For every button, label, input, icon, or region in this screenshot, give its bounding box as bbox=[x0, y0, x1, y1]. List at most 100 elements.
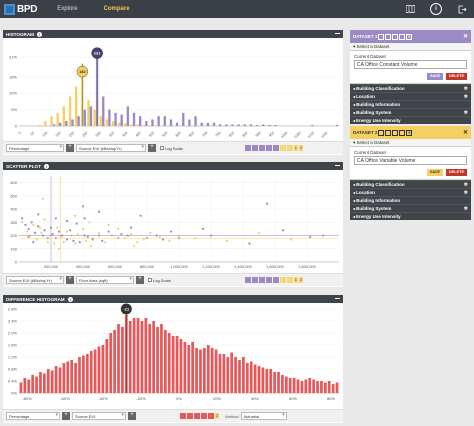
category-building-classification[interactable]: Building Classification✲ bbox=[350, 180, 471, 188]
x-tick-label: -40% bbox=[98, 396, 108, 401]
add-metric-button[interactable]: + bbox=[66, 144, 74, 152]
method-select[interactable]: Actuarial bbox=[240, 412, 287, 420]
legend-swatch[interactable] bbox=[187, 413, 193, 419]
info-icon[interactable]: i bbox=[67, 296, 73, 302]
histogram-controls: Percentage + Source EUI (kBtu/sq/Yr) + L… bbox=[3, 141, 343, 154]
scatter-point bbox=[158, 235, 161, 238]
category-energy-use-intensity[interactable]: Energy Use Intensity bbox=[350, 212, 471, 220]
difference-bar bbox=[152, 321, 155, 393]
dataset1-box[interactable] bbox=[385, 33, 392, 40]
legend-swatch[interactable] bbox=[244, 145, 251, 151]
category-building-information[interactable]: Building Information bbox=[350, 100, 471, 108]
dataset1-box[interactable] bbox=[378, 33, 385, 40]
scatter-y-select[interactable]: Source EUI (kBtu/sq/Yr) bbox=[6, 276, 64, 284]
nav-explore[interactable]: Explore bbox=[57, 6, 77, 12]
scatter-point bbox=[309, 235, 312, 238]
legend-swatch[interactable] bbox=[244, 277, 251, 283]
difference-metric-select[interactable]: Percentage bbox=[6, 412, 60, 420]
legend-swatch[interactable] bbox=[272, 145, 279, 151]
legend-swatch[interactable] bbox=[251, 145, 258, 151]
category-building-classification[interactable]: Building Classification✲ bbox=[350, 84, 471, 92]
info-icon[interactable]: i bbox=[37, 31, 42, 37]
histogram-bar bbox=[38, 125, 41, 126]
dataset2-box[interactable] bbox=[399, 129, 406, 136]
legend-swatch[interactable] bbox=[194, 413, 200, 419]
legend-swatch[interactable] bbox=[279, 145, 286, 151]
map-icon[interactable] bbox=[404, 3, 416, 15]
dataset1-box[interactable] bbox=[399, 33, 406, 40]
category-energy-use-intensity[interactable]: Energy Use Intensity bbox=[350, 116, 471, 124]
legend-swatch[interactable] bbox=[180, 413, 186, 419]
legend-swatch[interactable] bbox=[286, 277, 293, 283]
save-button[interactable]: SAVE bbox=[426, 73, 444, 80]
category-location[interactable]: Location✲ bbox=[350, 188, 471, 196]
histogram-bar bbox=[71, 119, 74, 126]
delete-button[interactable]: DELETE bbox=[446, 169, 467, 176]
dataset2-box[interactable] bbox=[392, 129, 399, 136]
category-location[interactable]: Location✲ bbox=[350, 92, 471, 100]
dataset2-select[interactable]: ▾ Select a Dataset bbox=[350, 139, 471, 147]
logout-icon[interactable] bbox=[456, 3, 468, 15]
difference-bar bbox=[327, 381, 331, 393]
scatter-point bbox=[62, 241, 65, 244]
legend-swatch[interactable] bbox=[272, 277, 279, 283]
difference-field-select[interactable]: Source EUI bbox=[72, 412, 126, 420]
legend-swatch[interactable] bbox=[265, 277, 272, 283]
legend-swatch[interactable] bbox=[208, 413, 214, 419]
scatter-point bbox=[32, 223, 35, 227]
legend-swatch[interactable] bbox=[251, 277, 258, 283]
histogram-metric-select[interactable]: Percentage bbox=[6, 144, 64, 152]
histogram-chart[interactable]: 0 5% 10% 15% 21% 0 50 100 150 200 250 300 350 400 450 5… bbox=[3, 38, 343, 141]
dataset1-box[interactable] bbox=[392, 33, 399, 40]
legend-swatch[interactable] bbox=[265, 145, 272, 151]
legend-swatch[interactable] bbox=[279, 277, 286, 283]
x-tick-label: 500 bbox=[148, 131, 155, 138]
add-metric-button[interactable]: + bbox=[62, 412, 70, 420]
histogram-field-select[interactable]: Source EUI (kBtu/sq/Yr) bbox=[76, 144, 146, 152]
legend-swatch[interactable] bbox=[201, 413, 207, 419]
add-field-button[interactable]: + bbox=[148, 144, 156, 152]
close-icon[interactable]: ✕ bbox=[463, 129, 468, 136]
scatter-header: SCATTER PLOT i bbox=[3, 162, 343, 170]
minimize-icon[interactable] bbox=[335, 298, 340, 299]
y-tick-label: 10% bbox=[9, 91, 17, 96]
histogram-bar bbox=[335, 125, 339, 126]
difference-chart[interactable]: 0% 0.4% 0.8% 1.2% 1.6% 2.0% 2.4% 2.8% -80% -60% -4… bbox=[3, 303, 343, 409]
dataset1-select[interactable]: ▾ Select a Dataset bbox=[350, 43, 471, 51]
close-icon[interactable]: ✕ bbox=[463, 33, 468, 40]
minimize-icon[interactable] bbox=[335, 165, 340, 166]
category-building-system[interactable]: Building System✲ bbox=[350, 108, 471, 116]
scatter-x-select[interactable]: Floor Area (sqft) bbox=[76, 276, 134, 284]
dataset1-box[interactable]: 5 bbox=[406, 33, 413, 40]
legend-swatch[interactable] bbox=[258, 145, 265, 151]
legend-swatch[interactable] bbox=[286, 145, 293, 151]
annotation-label: -21 bbox=[123, 307, 130, 312]
histogram-bar bbox=[44, 121, 47, 126]
log-scale-checkbox[interactable]: Log Scale bbox=[160, 146, 183, 151]
save-button[interactable]: SAVE bbox=[426, 169, 444, 176]
bpd-logo[interactable]: BPD bbox=[4, 3, 38, 15]
scatter-point bbox=[86, 235, 89, 238]
info-icon[interactable]: i bbox=[430, 3, 442, 15]
delete-button[interactable]: DELETE bbox=[446, 73, 467, 80]
info-icon[interactable]: i bbox=[43, 163, 49, 169]
dataset2-box[interactable]: 5 bbox=[406, 129, 413, 136]
add-y-button[interactable]: + bbox=[66, 276, 74, 284]
scatter-chart[interactable]: 0 100 200 300 400 500 600 200,000 400,000 600,000… bbox=[3, 170, 343, 273]
log-scale-checkbox[interactable]: Log Scale bbox=[148, 278, 171, 283]
scatter-point bbox=[46, 241, 49, 244]
dataset2-box[interactable] bbox=[378, 129, 385, 136]
dataset2-name-input[interactable]: CA Office Variable Volume bbox=[354, 156, 467, 165]
add-x-button[interactable]: + bbox=[136, 276, 144, 284]
add-field-button[interactable]: + bbox=[128, 412, 136, 420]
histogram-bar bbox=[206, 122, 210, 126]
histogram-bar bbox=[219, 124, 222, 126]
scatter-point bbox=[30, 221, 33, 224]
minimize-icon[interactable] bbox=[335, 33, 340, 34]
legend-swatch[interactable] bbox=[258, 277, 265, 283]
category-building-system[interactable]: Building System✲ bbox=[350, 204, 471, 212]
dataset2-box[interactable] bbox=[385, 129, 392, 136]
nav-compare[interactable]: Compare bbox=[104, 6, 130, 12]
dataset1-name-input[interactable]: CA Office Constant Volume bbox=[354, 60, 467, 69]
category-building-information[interactable]: Building Information bbox=[350, 196, 471, 204]
